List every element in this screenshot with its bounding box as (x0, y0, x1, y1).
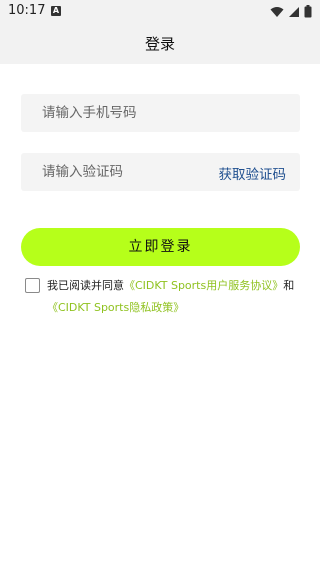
wifi-icon (270, 6, 284, 17)
privacy-policy-link[interactable]: 《CIDKT Sports隐私政策》 (47, 301, 184, 314)
agreement-conjunction: 和 (283, 279, 295, 292)
notification-icon: A (51, 6, 61, 16)
user-agreement-link[interactable]: 《CIDKT Sports用户服务协议》 (124, 279, 283, 292)
header: 登录 (0, 24, 320, 64)
navigation-bar (0, 563, 320, 569)
code-field[interactable]: 获取验证码 (21, 153, 300, 191)
signal-icon (289, 6, 299, 17)
agreement-prefix: 我已阅读并同意 (47, 279, 124, 292)
verification-code-input[interactable] (21, 153, 211, 191)
phone-field[interactable] (21, 94, 300, 132)
status-bar: 10:17 A (0, 0, 320, 24)
agreement-checkbox[interactable] (25, 278, 40, 293)
status-icons (270, 5, 312, 18)
login-button[interactable]: 立即登录 (21, 228, 300, 266)
get-code-button[interactable]: 获取验证码 (219, 163, 287, 183)
page-title: 登录 (144, 35, 175, 53)
phone-input[interactable] (21, 94, 300, 132)
agreement-text: 我已阅读并同意《CIDKT Sports用户服务协议》和 (47, 277, 294, 293)
status-time: 10:17 (8, 3, 46, 18)
agreement-text-line2: 《CIDKT Sports隐私政策》 (47, 299, 184, 315)
battery-icon (304, 5, 312, 18)
